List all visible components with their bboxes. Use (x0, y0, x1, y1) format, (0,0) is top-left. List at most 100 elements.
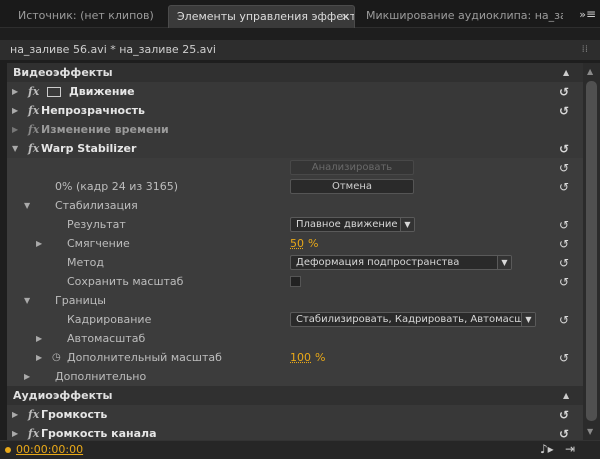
collapse-up-icon[interactable]: ▲ (563, 63, 569, 82)
borders-group-row[interactable]: ▼ Границы (7, 291, 583, 310)
audio-effects-title: Аудиоэффекты (13, 389, 113, 402)
reset-icon[interactable]: ↺ (559, 102, 569, 121)
reset-icon[interactable]: ↺ (559, 140, 569, 159)
reset-icon[interactable]: ↺ (559, 254, 569, 273)
analyze-button[interactable]: Анализировать (290, 160, 414, 175)
reset-icon[interactable]: ↺ (559, 425, 569, 440)
smoothness-row: ▶ Смягчение 50% ↺ (7, 234, 583, 253)
fx-icon[interactable]: fx (28, 101, 39, 120)
grip-icon[interactable]: ⁞⁞ (582, 40, 588, 60)
fx-icon[interactable]: fx (28, 82, 39, 101)
method-row: Метод Деформация подпространства ▼ ↺ (7, 253, 583, 272)
status-bar: 00:00:00:00 ♪▸ ⇥ (0, 440, 600, 459)
close-icon[interactable]: × (341, 6, 350, 28)
collapse-icon[interactable]: ▼ (24, 291, 30, 310)
cancel-button[interactable]: Отмена (290, 179, 414, 194)
effect-motion-row[interactable]: ▶ fx Движение ↺ (7, 82, 583, 101)
tab-source-label: Источник: (нет клипов) (18, 9, 154, 22)
expand-icon[interactable]: ▶ (24, 367, 30, 386)
reset-icon[interactable]: ↺ (559, 311, 569, 330)
fx-icon[interactable]: fx (28, 424, 39, 440)
smoothness-value-field[interactable]: 50% (290, 234, 318, 253)
expand-icon[interactable]: ▶ (12, 101, 18, 120)
collapse-icon[interactable]: ▼ (12, 139, 18, 158)
framing-label: Кадрирование (67, 313, 152, 326)
stabilization-label: Стабилизация (55, 199, 138, 212)
panel-menu-icon[interactable]: ≡ (586, 7, 596, 21)
stabilization-group-row[interactable]: ▼ Стабилизация (7, 196, 583, 215)
effect-volume-label: Громкость (41, 408, 108, 421)
advanced-label: Дополнительно (55, 370, 147, 383)
progress-row: 0% (кадр 24 из 3165) Отмена ↺ (7, 177, 583, 196)
collapse-up-icon[interactable]: ▲ (563, 386, 569, 405)
expand-icon[interactable]: ▶ (12, 405, 18, 424)
framing-value: Стабилизировать, Кадрировать, Автомасшта… (296, 314, 536, 325)
additional-scale-value: 100 (290, 351, 311, 364)
expand-icon[interactable]: ▶ (36, 234, 42, 253)
stopwatch-icon[interactable]: ◷ (52, 348, 61, 367)
fx-icon: fx (28, 123, 40, 136)
effect-time-remap-row[interactable]: ▶ fx Изменение времени (7, 120, 583, 139)
timecode-display[interactable]: 00:00:00:00 (16, 443, 83, 456)
advanced-group-row[interactable]: ▶ Дополнительно (7, 367, 583, 386)
reset-icon[interactable]: ↺ (559, 235, 569, 254)
reset-icon[interactable]: ↺ (559, 159, 569, 178)
video-effects-header: Видеоэффекты ▲ (7, 63, 583, 82)
reset-icon[interactable]: ↺ (559, 83, 569, 102)
autoscale-group-row[interactable]: ▶ Автомасштаб (7, 329, 583, 348)
framing-select[interactable]: Стабилизировать, Кадрировать, Автомасшта… (290, 312, 536, 327)
expand-icon[interactable]: ▶ (36, 348, 42, 367)
tab-effect-controls-label: Элементы управления эффектами (177, 10, 355, 23)
scroll-up-icon[interactable]: ▲ (587, 67, 593, 76)
tab-audio-clip-mixer[interactable]: Микширование аудиоклипа: на_заливе 56 (358, 5, 563, 28)
preserve-scale-label: Сохранить масштаб (67, 275, 184, 288)
expand-icon[interactable]: ▶ (36, 329, 42, 348)
preserve-scale-checkbox[interactable] (290, 276, 301, 287)
expand-icon[interactable]: ▶ (12, 120, 18, 139)
source-clip-label: на_заливе 56.avi * на_заливе 25.avi (10, 43, 216, 56)
borders-label: Границы (55, 294, 106, 307)
tab-source[interactable]: Источник: (нет клипов) (10, 5, 165, 28)
source-clip-bar: на_заливе 56.avi * на_заливе 25.avi ⁞⁞ (0, 40, 600, 60)
dropdown-arrow-icon: ▼ (497, 256, 511, 269)
fx-icon[interactable]: fx (28, 405, 39, 424)
effect-channel-volume-row[interactable]: ▶ fx Громкость канала ↺ (7, 424, 583, 440)
effects-panel: Видеоэффекты ▲ ▶ fx Движение ↺ ▶ fx Непр… (7, 63, 583, 440)
method-select[interactable]: Деформация подпространства ▼ (290, 255, 512, 270)
effect-warp-stabilizer-label: Warp Stabilizer (41, 142, 137, 155)
vertical-scrollbar[interactable]: ▲ ▼ (583, 63, 600, 440)
smoothness-label: Смягчение (67, 237, 130, 250)
tab-effect-controls[interactable]: Элементы управления эффектами × (168, 5, 355, 28)
tab-audio-clip-mixer-label: Микширование аудиоклипа: на_заливе 56 (366, 9, 563, 22)
method-label: Метод (67, 256, 105, 269)
analysis-progress-text: 0% (кадр 24 из 3165) (55, 180, 178, 193)
scroll-thumb[interactable] (586, 81, 597, 421)
effect-opacity-row[interactable]: ▶ fx Непрозрачность ↺ (7, 101, 583, 120)
reset-icon[interactable]: ↺ (559, 406, 569, 425)
transform-icon[interactable] (47, 87, 61, 97)
effect-opacity-label: Непрозрачность (41, 104, 145, 117)
effect-warp-stabilizer-row[interactable]: ▼ fx Warp Stabilizer ↺ (7, 139, 583, 158)
play-audio-icon[interactable]: ♪▸ (540, 442, 554, 456)
additional-scale-label: Дополнительный масштаб (67, 351, 222, 364)
reset-icon[interactable]: ↺ (559, 216, 569, 235)
scroll-down-icon[interactable]: ▼ (587, 427, 593, 436)
status-dot-icon (5, 447, 11, 453)
reset-icon[interactable]: ↺ (559, 178, 569, 197)
additional-scale-value-field[interactable]: 100% (290, 348, 325, 367)
result-row: Результат Плавное движение ▼ ↺ (7, 215, 583, 234)
percent-unit: % (308, 237, 319, 250)
effect-channel-volume-label: Громкость канала (41, 427, 157, 440)
reset-icon[interactable]: ↺ (559, 349, 569, 368)
reset-icon[interactable]: ↺ (559, 273, 569, 292)
collapse-icon[interactable]: ▼ (24, 196, 30, 215)
export-icon[interactable]: ⇥ (565, 442, 575, 456)
result-select[interactable]: Плавное движение ▼ (290, 217, 415, 232)
expand-icon[interactable]: ▶ (12, 82, 18, 101)
dropdown-arrow-icon: ▼ (400, 218, 414, 231)
autoscale-label: Автомасштаб (67, 332, 146, 345)
expand-icon[interactable]: ▶ (12, 424, 18, 440)
fx-icon[interactable]: fx (28, 139, 39, 158)
dropdown-arrow-icon: ▼ (521, 313, 535, 326)
effect-volume-row[interactable]: ▶ fx Громкость ↺ (7, 405, 583, 424)
